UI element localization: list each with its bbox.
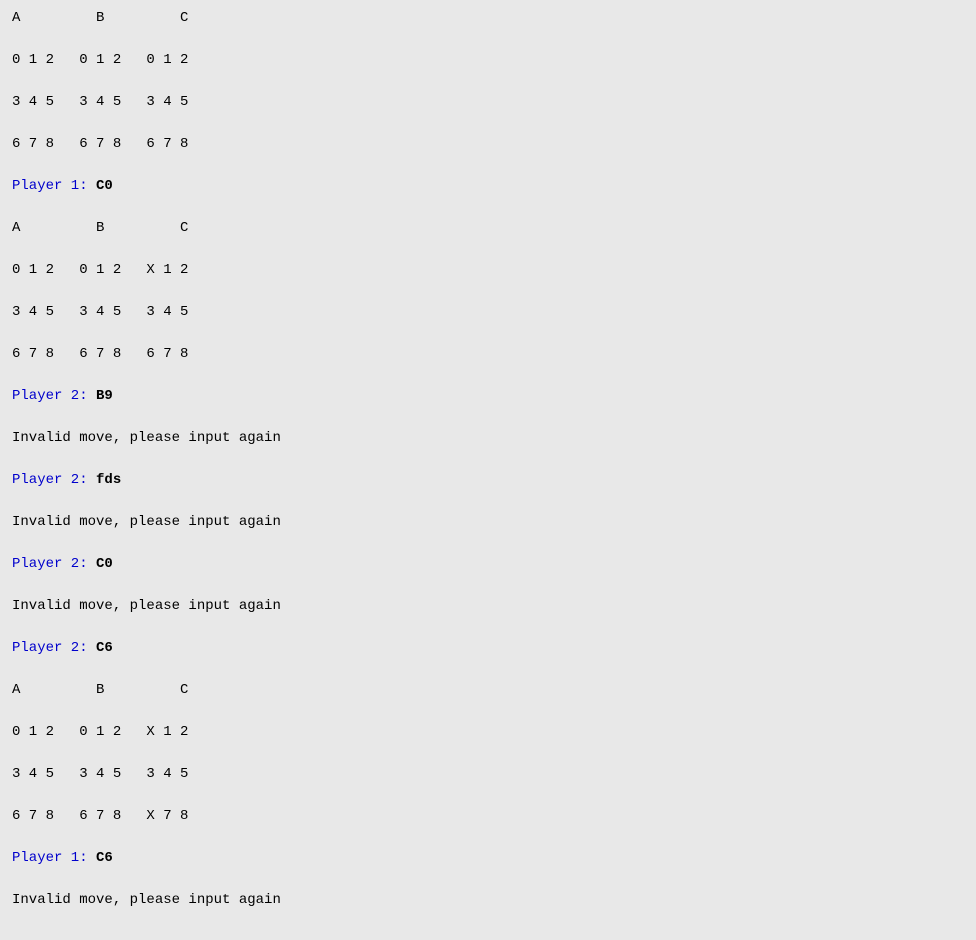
player-label: Player 2: (12, 556, 96, 572)
grid-row: 0 1 2 0 1 2 0 1 2 (12, 50, 964, 71)
player-label: Player 2: (12, 388, 96, 404)
grid-header: A B C (12, 8, 964, 29)
grid-row: 0 1 2 0 1 2 X 1 2 (12, 722, 964, 743)
grid-row: 6 7 8 6 7 8 6 7 8 (12, 134, 964, 155)
grid-row: 6 7 8 6 7 8 6 7 8 (12, 344, 964, 365)
player-input-value: C6 (96, 850, 113, 866)
grid-header: A B C (12, 218, 964, 239)
invalid-move-message: Invalid move, please input again (12, 890, 964, 911)
player-input-value: B9 (96, 388, 113, 404)
player-prompt-line: Player 1: C6 (12, 848, 964, 869)
player-input-value: C0 (96, 556, 113, 572)
grid-row: 3 4 5 3 4 5 3 4 5 (12, 764, 964, 785)
player-label: Player 1: (12, 178, 96, 194)
grid-row: 3 4 5 3 4 5 3 4 5 (12, 302, 964, 323)
invalid-move-message: Invalid move, please input again (12, 596, 964, 617)
grid-header: A B C (12, 680, 964, 701)
player-prompt-line: Player 1: C0 (12, 176, 964, 197)
player-label: Player 2: (12, 472, 96, 488)
player-label: Player 1: (12, 850, 96, 866)
grid-row: 0 1 2 0 1 2 X 1 2 (12, 260, 964, 281)
invalid-move-message: Invalid move, please input again (12, 428, 964, 449)
terminal-output: A B C 0 1 2 0 1 2 0 1 2 3 4 5 3 4 5 3 4 5 6… (12, 8, 964, 932)
player-prompt-line: Player 2: C0 (12, 554, 964, 575)
grid-row: 3 4 5 3 4 5 3 4 5 (12, 92, 964, 113)
player-prompt-line: Player 2: fds (12, 470, 964, 491)
player-prompt-line: Player 2: B9 (12, 386, 964, 407)
player-input-value: fds (96, 472, 121, 488)
player-input-value: C6 (96, 640, 113, 656)
invalid-move-message: Invalid move, please input again (12, 512, 964, 533)
grid-row: 6 7 8 6 7 8 X 7 8 (12, 806, 964, 827)
player-input-value: C0 (96, 178, 113, 194)
player-label: Player 2: (12, 640, 96, 656)
player-prompt-line: Player 2: C6 (12, 638, 964, 659)
